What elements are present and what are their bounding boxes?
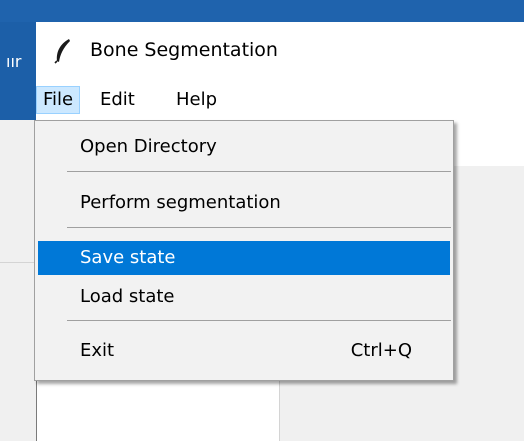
menu-item-label: Load state	[80, 286, 175, 307]
menu-item-label: Open Directory	[80, 136, 217, 157]
background-window-top-strip	[0, 0, 524, 22]
screen: ıır Bone Segmentation File Edit Help Ope…	[0, 0, 524, 441]
menu-separator	[67, 227, 451, 228]
window-title: Bone Segmentation	[90, 39, 278, 61]
menu-edit[interactable]: Edit	[94, 86, 141, 114]
menu-item-perform-segmentation[interactable]: Perform segmentation	[38, 186, 450, 220]
background-window: ıır	[0, 0, 36, 441]
menu-file[interactable]: File	[36, 86, 81, 114]
menu-help[interactable]: Help	[170, 86, 223, 114]
panel-corner	[450, 120, 524, 166]
menu-item-shortcut: Ctrl+Q	[350, 340, 412, 361]
menu-separator	[67, 320, 451, 321]
menu-item-load-state[interactable]: Load state	[38, 280, 450, 314]
background-window-divider	[0, 262, 36, 263]
menu-item-save-state[interactable]: Save state	[38, 241, 450, 275]
menu-item-exit[interactable]: Exit Ctrl+Q	[38, 334, 450, 368]
menu-separator	[67, 171, 451, 172]
file-dropdown-menu: Open Directory Perform segmentation Save…	[34, 120, 454, 381]
menubar: File Edit Help	[36, 82, 524, 120]
window-titlebar[interactable]: Bone Segmentation	[36, 22, 524, 82]
menu-item-label: Perform segmentation	[80, 192, 281, 213]
feather-icon	[52, 38, 74, 64]
menu-item-label: Exit	[80, 340, 115, 361]
background-window-title-fragment: ıır	[6, 52, 22, 71]
menu-item-open-directory[interactable]: Open Directory	[38, 130, 450, 164]
menu-item-label: Save state	[80, 247, 176, 268]
